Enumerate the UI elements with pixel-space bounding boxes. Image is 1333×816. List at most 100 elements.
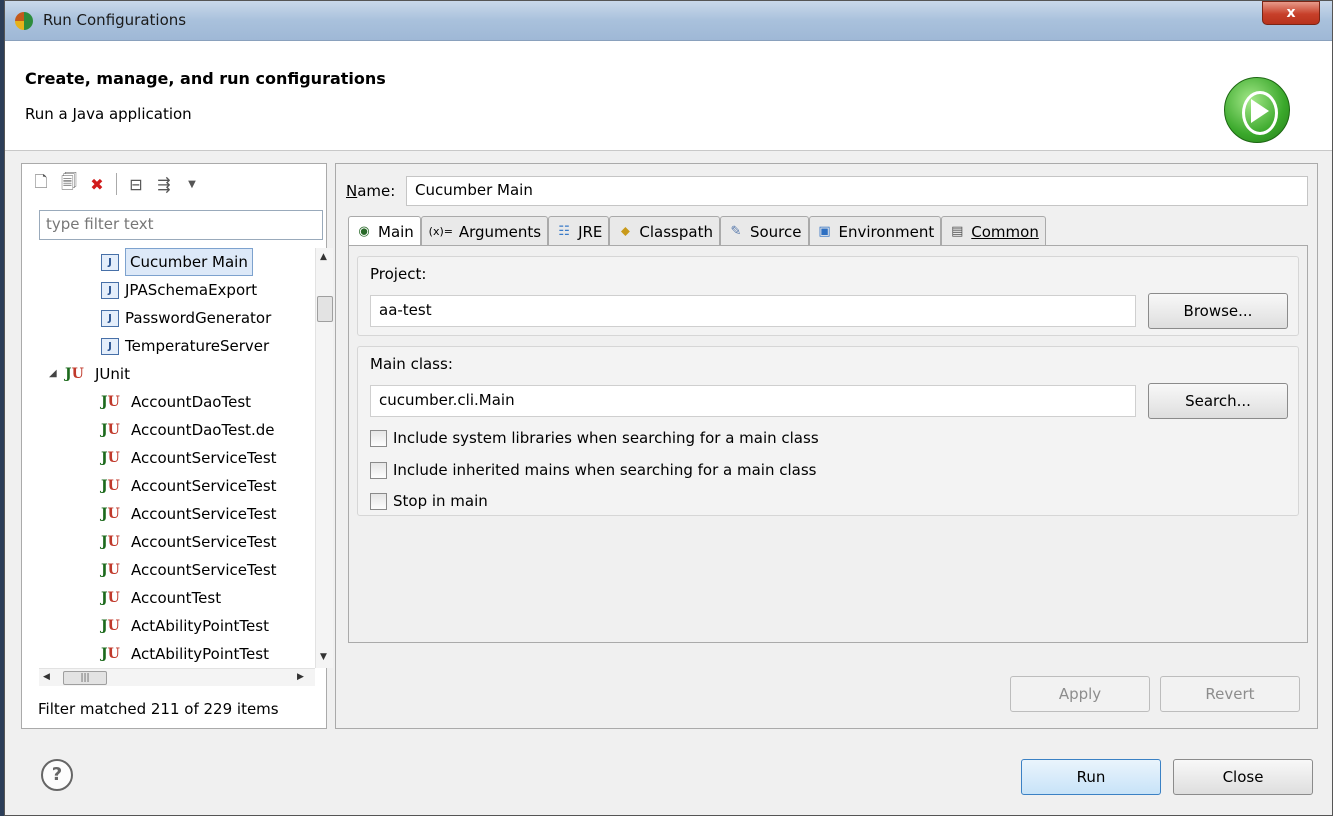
tab-label: JRE (578, 222, 603, 241)
junit-icon: JU (101, 394, 120, 410)
tab-label: Source (749, 222, 802, 241)
checkbox-box[interactable] (370, 492, 387, 510)
tree-item-label: AccountServiceTest (131, 505, 277, 523)
configuration-tabs: ◉ Main (x)= Arguments ☷ JRE ⬥ Classpath … (348, 216, 1046, 246)
scroll-down-arrow-icon[interactable]: ▼ (320, 652, 327, 662)
vertical-scroll-thumb[interactable] (317, 296, 333, 322)
tree-category-junit[interactable]: ◢ JU JUnit (49, 360, 130, 388)
scroll-right-arrow-icon[interactable]: ▶ (297, 672, 304, 682)
junit-icon: JU (101, 478, 120, 494)
tree-item[interactable]: J JPASchemaExport (101, 276, 257, 304)
tree-item[interactable]: JU AccountTest (101, 584, 221, 612)
tab-label: Arguments (458, 222, 542, 241)
main-class-label: Main class: (370, 355, 453, 373)
junit-icon: JU (101, 534, 120, 550)
filter-input[interactable]: type filter text (39, 210, 323, 240)
tab-jre[interactable]: ☷ JRE (548, 216, 610, 246)
source-icon: ✎ (730, 224, 742, 239)
tree-item[interactable]: JU ActAbilityPointTest (101, 640, 269, 668)
checkbox-box[interactable] (370, 461, 387, 479)
name-label: Name: (346, 182, 396, 200)
expand-triangle-icon[interactable]: ◢ (49, 361, 59, 387)
include-system-libraries-checkbox[interactable]: Include system libraries when searching … (370, 429, 819, 447)
tree-item-label: AccountServiceTest (131, 561, 277, 579)
tree-item[interactable]: JU AccountDaoTest (101, 388, 251, 416)
horizontal-scroll-thumb[interactable]: ||| (63, 671, 107, 685)
main-tab-content: Project: aa-test Browse... Main class: c… (348, 245, 1308, 643)
tree-item[interactable]: JU AccountServiceTest (101, 444, 277, 472)
tree-item[interactable]: JU AccountServiceTest (101, 500, 277, 528)
close-button[interactable]: Close (1173, 759, 1313, 795)
tree-horizontal-scrollbar[interactable]: ◀ ||| ▶ (39, 668, 315, 686)
tree-item[interactable]: J Cucumber Main (101, 248, 253, 276)
tree-item[interactable]: JU AccountDaoTest.de (101, 416, 275, 444)
scroll-left-arrow-icon[interactable]: ◀ (43, 672, 50, 682)
tree-item-label: ActAbilityPointTest (131, 645, 269, 663)
search-button[interactable]: Search... (1148, 383, 1288, 419)
tree-item[interactable]: JU AccountServiceTest (101, 556, 277, 584)
junit-icon: JU (101, 590, 120, 606)
tab-environment[interactable]: ▣ Environment (808, 216, 942, 246)
collapse-all-icon[interactable]: ⊟ (125, 173, 147, 195)
junit-icon: JU (101, 506, 120, 522)
tree-item[interactable]: JU AccountServiceTest (101, 472, 277, 500)
project-input[interactable]: aa-test (370, 295, 1136, 327)
apply-button[interactable]: Apply (1010, 676, 1150, 712)
java-application-icon: J (101, 281, 119, 299)
header-title: Create, manage, and run configurations (25, 69, 386, 88)
tab-label: Classpath (639, 222, 713, 241)
title-bar: Run Configurations x (5, 1, 1332, 41)
delete-configuration-icon[interactable]: ✖ (86, 173, 108, 195)
tree-vertical-scrollbar[interactable]: ▲ ▼ (315, 248, 333, 668)
main-class-input[interactable]: cucumber.cli.Main (370, 385, 1136, 417)
checkbox-box[interactable] (370, 429, 387, 447)
tab-source[interactable]: ✎ Source (719, 216, 809, 246)
classpath-icon: ⬥ (620, 224, 630, 239)
tree-item[interactable]: J PasswordGenerator (101, 304, 271, 332)
view-menu-chevron-down-icon[interactable]: ▼ (181, 173, 203, 195)
arguments-icon: (x)= (428, 225, 453, 238)
project-group: Project: aa-test Browse... (357, 256, 1299, 336)
run-button[interactable]: Run (1021, 759, 1161, 795)
tab-common[interactable]: ▤ Common (941, 216, 1046, 246)
tab-arguments[interactable]: (x)= Arguments (420, 216, 549, 246)
tab-label: Main (378, 222, 414, 241)
tree-item[interactable]: JU ActAbilityPointTest (101, 612, 269, 640)
tree-item[interactable]: J TemperatureServer (101, 332, 269, 360)
tree-item-label: AccountServiceTest (131, 533, 277, 551)
configuration-name-input[interactable]: Cucumber Main (406, 176, 1308, 206)
project-label: Project: (370, 265, 427, 283)
tab-label: Environment (838, 222, 935, 241)
junit-icon: JU (101, 450, 120, 466)
close-window-button[interactable]: x (1262, 1, 1320, 25)
configurations-toolbar: 🗋 🗐 ✖ ⊟ ⇶ ▼ (30, 170, 203, 198)
checkbox-label: Include system libraries when searching … (393, 429, 819, 447)
tab-classpath[interactable]: ⬥ Classpath (609, 216, 720, 246)
revert-button[interactable]: Revert (1160, 676, 1300, 712)
stop-in-main-checkbox[interactable]: Stop in main (370, 492, 488, 510)
window-title: Run Configurations (43, 11, 187, 29)
tab-main[interactable]: ◉ Main (348, 216, 421, 246)
duplicate-configuration-icon[interactable]: 🗐 (58, 172, 80, 195)
tree-item[interactable]: JU AccountServiceTest (101, 528, 277, 556)
new-configuration-icon[interactable]: 🗋 (30, 172, 52, 195)
java-application-icon: J (101, 253, 119, 271)
include-inherited-mains-checkbox[interactable]: Include inherited mains when searching f… (370, 461, 816, 479)
main-icon: ◉ (358, 224, 370, 239)
junit-icon: JU (101, 422, 120, 438)
scroll-up-arrow-icon[interactable]: ▲ (320, 252, 327, 262)
checkbox-label: Include inherited mains when searching f… (393, 461, 817, 479)
filter-status-text: Filter matched 211 of 229 items (38, 700, 279, 718)
junit-icon: JU (65, 366, 84, 382)
header-subtitle: Run a Java application (25, 105, 192, 123)
java-application-icon: J (101, 337, 119, 355)
tree-item-label: AccountTest (131, 589, 222, 607)
filter-configurations-icon[interactable]: ⇶ (153, 173, 175, 195)
dialog-header: Create, manage, and run configurations R… (5, 41, 1332, 151)
browse-button[interactable]: Browse... (1148, 293, 1288, 329)
tree-item-label: JUnit (95, 365, 130, 383)
common-icon: ▤ (951, 224, 964, 239)
checkbox-label: Stop in main (393, 492, 488, 510)
help-icon[interactable]: ? (41, 759, 73, 791)
java-application-icon: J (101, 309, 119, 327)
